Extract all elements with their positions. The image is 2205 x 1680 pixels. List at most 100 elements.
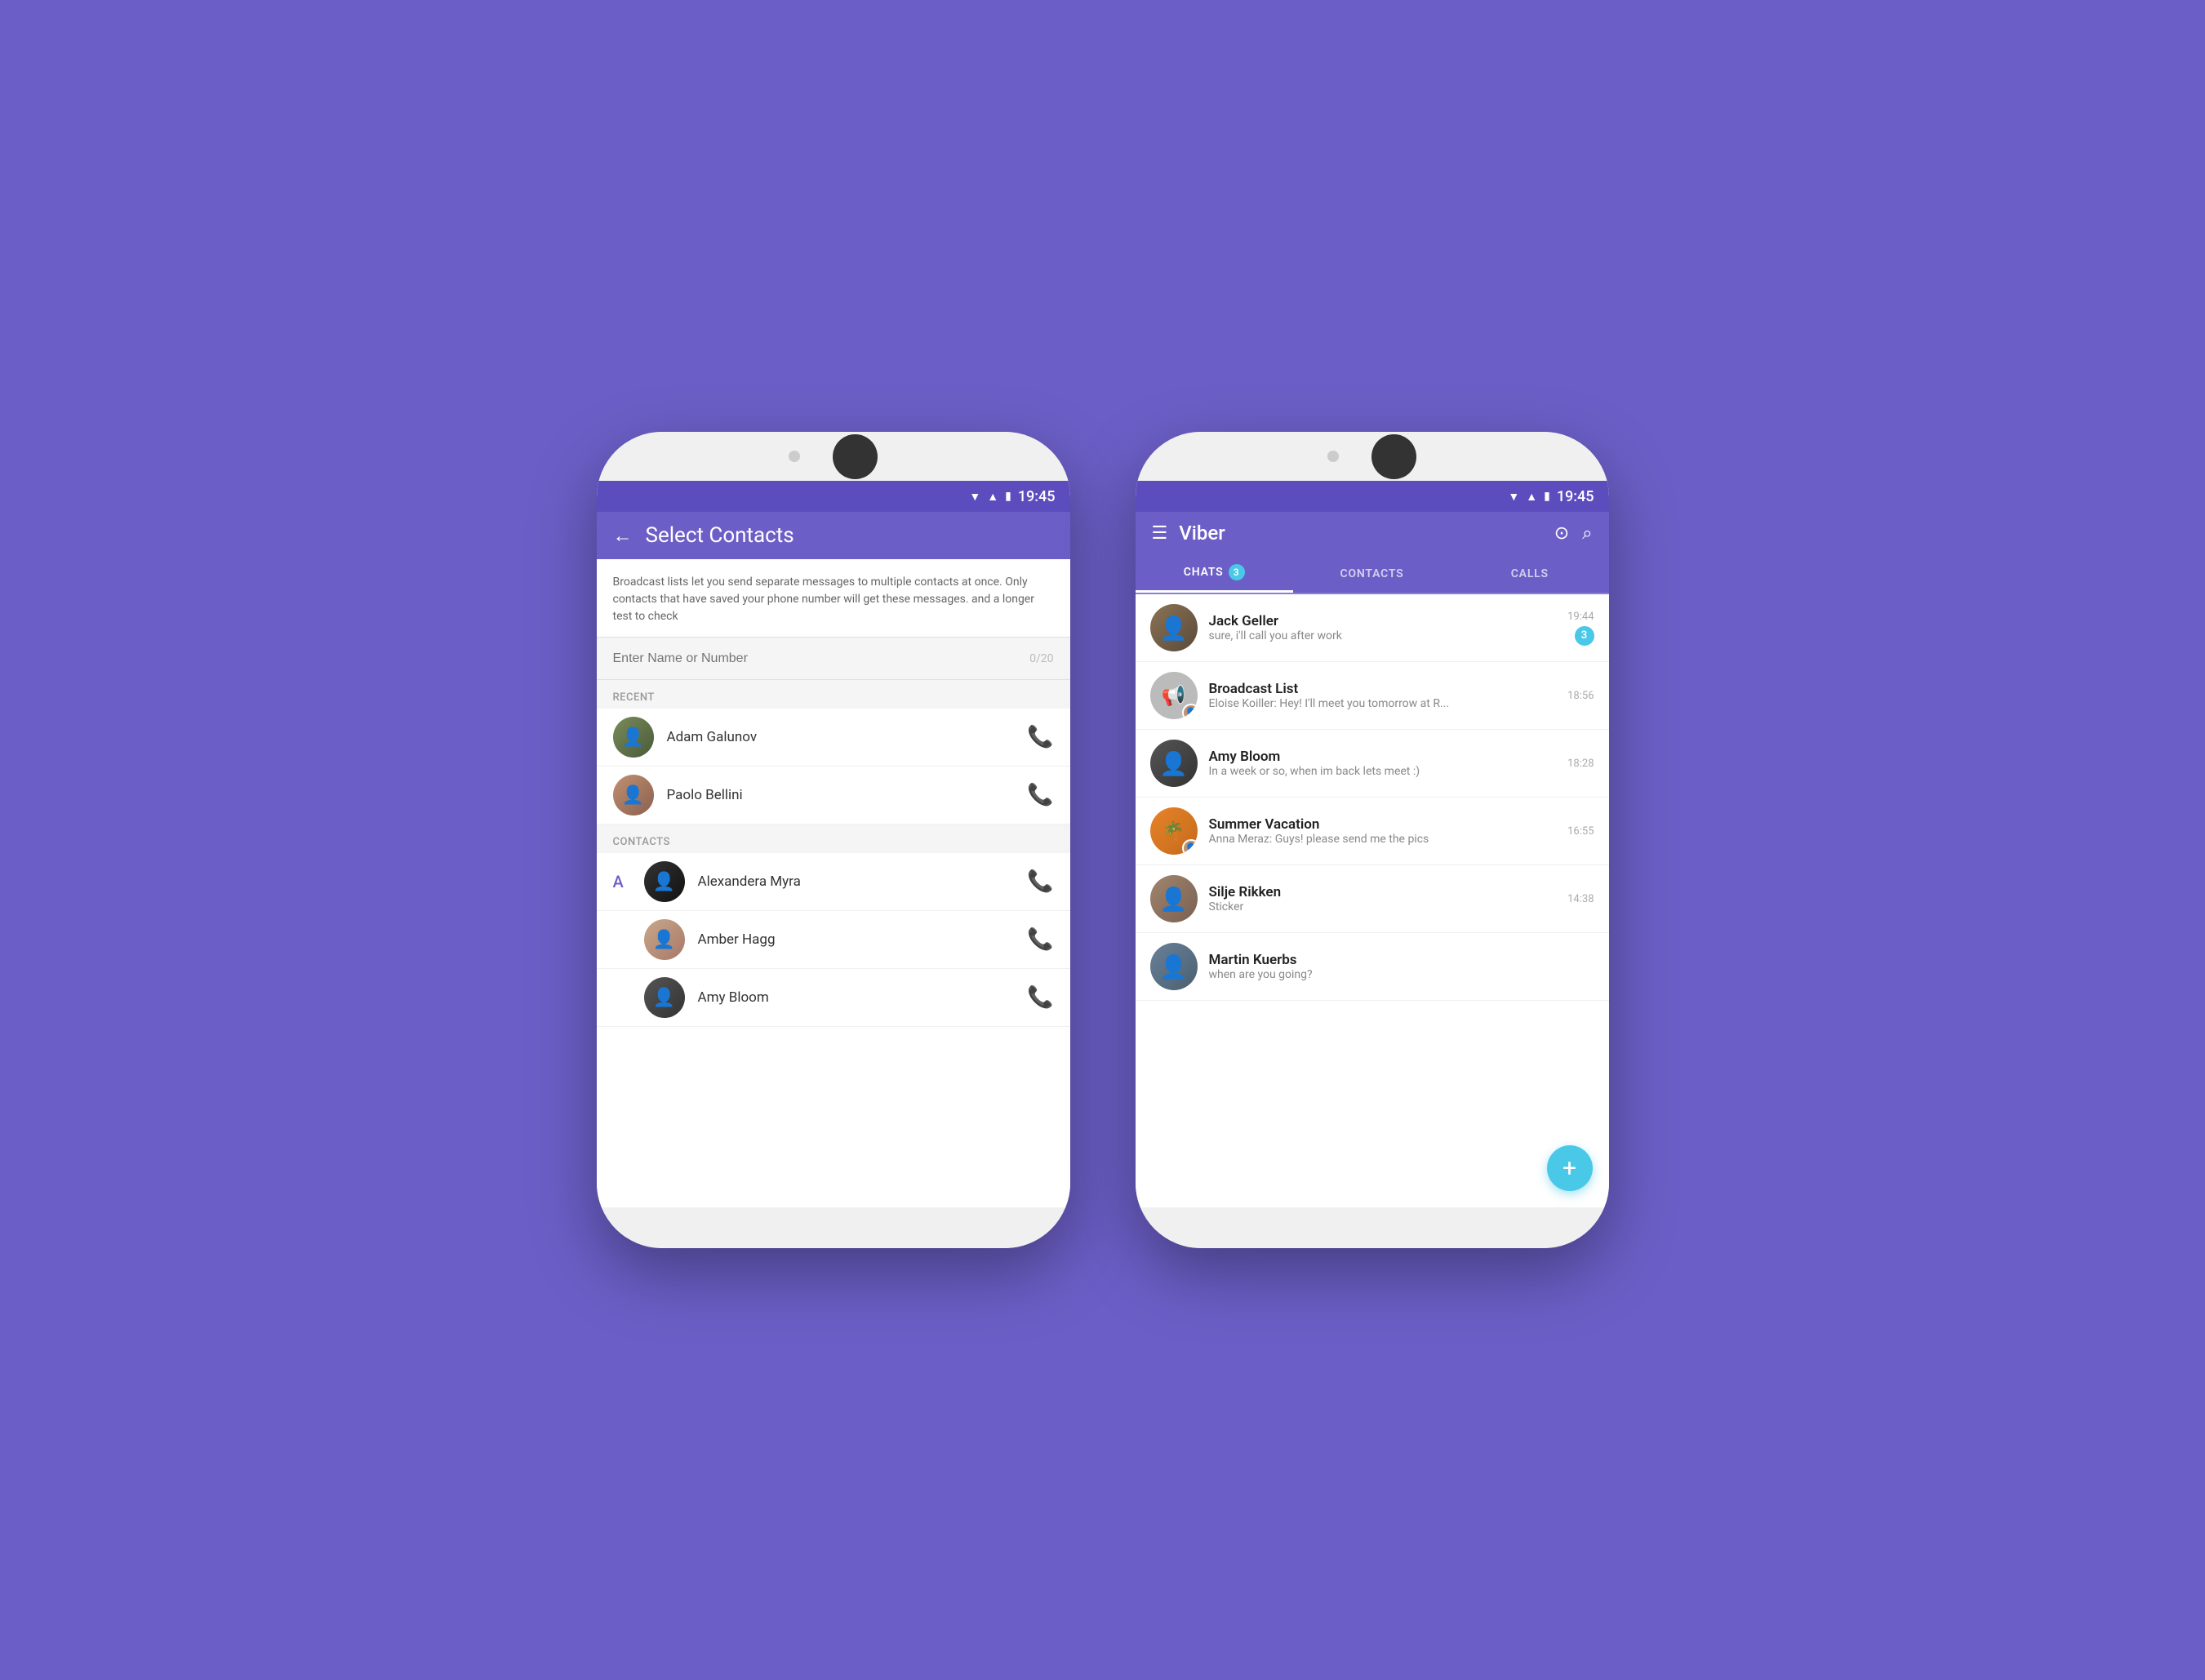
status-bar-1: ▼ ▲ ▮ 19:45	[597, 481, 1070, 512]
chat-broadcast-list[interactable]: 📢 👤 Broadcast List Eloise Koiller: Hey! …	[1136, 662, 1609, 730]
tab-chats-label: CHATS	[1184, 566, 1224, 579]
amy-meta: 18:28	[1567, 758, 1594, 770]
viber-icon-paolo: 📞	[1027, 783, 1053, 807]
chat-summer-vacation[interactable]: 🌴 👤 Summer Vacation Anna Meraz: Guys! pl…	[1136, 798, 1609, 865]
alexandera-avatar: 👤	[644, 861, 685, 902]
qr-icon[interactable]: ⊙	[1554, 523, 1569, 544]
chats-badge: 3	[1229, 564, 1245, 580]
broadcast-name: Broadcast List	[1209, 681, 1557, 697]
viber-title: Viber	[1179, 522, 1554, 544]
alexandera-name: Alexandera Myra	[698, 873, 1015, 890]
broadcast-time: 18:56	[1567, 690, 1594, 702]
recent-contact-paolo[interactable]: 👤 Paolo Bellini 📞	[597, 767, 1070, 824]
tabs: CHATS 3 CONTACTS CALLS	[1136, 554, 1609, 594]
viber-icon-amber: 📞	[1027, 927, 1053, 952]
contacts-section-header: CONTACTS	[597, 824, 1070, 853]
signal-icon: ▲	[987, 490, 998, 504]
compose-fab[interactable]: +	[1547, 1145, 1593, 1191]
viber-icon-alexandera: 📞	[1027, 869, 1053, 894]
tab-chats[interactable]: CHATS 3	[1136, 554, 1293, 593]
tab-contacts[interactable]: CONTACTS	[1293, 554, 1451, 593]
paolo-avatar: 👤	[613, 775, 654, 816]
broadcast-description: Broadcast lists let you send separate me…	[613, 574, 1054, 625]
broadcast-meta: 18:56	[1567, 690, 1594, 702]
amy-chat-name: Amy Bloom	[1209, 749, 1557, 765]
broadcast-info: Broadcast lists let you send separate me…	[597, 559, 1070, 638]
recent-contact-adam[interactable]: 👤 Adam Galunov 📞	[597, 709, 1070, 767]
silje-meta: 14:38	[1567, 893, 1594, 905]
jack-avatar: 👤	[1150, 604, 1198, 651]
amy-chat-avatar: 👤	[1150, 740, 1198, 787]
tab-calls-label: CALLS	[1511, 567, 1549, 580]
amy-name: Amy Bloom	[698, 989, 1015, 1006]
silje-name: Silje Rikken	[1209, 884, 1557, 900]
phone-2: ▼ ▲ ▮ 19:45 ☰ Viber ⊙ ⌕ CHATS 3 CONTACTS	[1136, 432, 1609, 1248]
select-contacts-content: Broadcast lists let you send separate me…	[597, 559, 1070, 1207]
menu-icon[interactable]: ☰	[1152, 523, 1168, 544]
recent-label: RECENT	[613, 691, 655, 704]
recent-section-header: RECENT	[597, 680, 1070, 709]
select-contacts-header: ← Select Contacts	[597, 512, 1070, 559]
silje-content: Silje Rikken Sticker	[1209, 884, 1557, 913]
martin-content: Martin Kuerbs when are you going?	[1209, 952, 1583, 981]
contacts-label: CONTACTS	[613, 836, 670, 848]
tab-calls[interactable]: CALLS	[1451, 554, 1608, 593]
summer-time: 16:55	[1567, 825, 1594, 838]
chat-amy-bloom[interactable]: 👤 Amy Bloom In a week or so, when im bac…	[1136, 730, 1609, 798]
adam-avatar: 👤	[613, 717, 654, 758]
paolo-name: Paolo Bellini	[667, 787, 1015, 803]
battery-icon-2: ▮	[1544, 490, 1550, 503]
jack-content: Jack Geller sure, i'll call you after wo…	[1209, 613, 1557, 642]
search-icon[interactable]: ⌕	[1582, 523, 1592, 544]
phone-2-screen: ▼ ▲ ▮ 19:45 ☰ Viber ⊙ ⌕ CHATS 3 CONTACTS	[1136, 481, 1609, 1207]
chat-jack-geller[interactable]: 👤 Jack Geller sure, i'll call you after …	[1136, 594, 1609, 662]
status-time-2: 19:45	[1557, 488, 1594, 505]
broadcast-message: Eloise Koiller: Hey! I'll meet you tomor…	[1209, 697, 1557, 710]
adam-name: Adam Galunov	[667, 729, 1015, 745]
viber-header: ☰ Viber ⊙ ⌕	[1136, 512, 1609, 554]
header-icons: ⊙ ⌕	[1554, 523, 1593, 544]
signal-icon-2: ▲	[1526, 490, 1537, 504]
status-bar-2: ▼ ▲ ▮ 19:45	[1136, 481, 1609, 512]
phone-1-top-bar	[597, 432, 1070, 481]
front-camera-2	[1327, 451, 1339, 462]
wifi-icon-2: ▼	[1508, 490, 1519, 504]
summer-content: Summer Vacation Anna Meraz: Guys! please…	[1209, 816, 1557, 846]
chat-martin-kuerbs[interactable]: 👤 Martin Kuerbs when are you going?	[1136, 933, 1609, 1001]
contact-alexandera[interactable]: A 👤 Alexandera Myra 📞	[597, 853, 1070, 911]
broadcast-avatar: 📢 👤	[1150, 672, 1198, 719]
amy-content: Amy Bloom In a week or so, when im back …	[1209, 749, 1557, 778]
amber-avatar: 👤	[644, 919, 685, 960]
phone-1-screen: ▼ ▲ ▮ 19:45 ← Select Contacts Broadcast …	[597, 481, 1070, 1207]
viber-icon-amy: 📞	[1027, 985, 1053, 1010]
summer-name: Summer Vacation	[1209, 816, 1557, 833]
search-input[interactable]	[613, 651, 1030, 666]
martin-avatar: 👤	[1150, 943, 1198, 990]
martin-name: Martin Kuerbs	[1209, 952, 1583, 968]
amy-time: 18:28	[1567, 758, 1594, 770]
back-button[interactable]: ←	[613, 524, 633, 548]
phone-1-bottom	[597, 1207, 1070, 1248]
jack-unread: 3	[1575, 626, 1594, 646]
tab-contacts-label: CONTACTS	[1340, 567, 1403, 580]
broadcast-content: Broadcast List Eloise Koiller: Hey! I'll…	[1209, 681, 1557, 710]
phone-1: ▼ ▲ ▮ 19:45 ← Select Contacts Broadcast …	[597, 432, 1070, 1248]
page-title: Select Contacts	[646, 523, 1054, 548]
amber-name: Amber Hagg	[698, 931, 1015, 948]
chat-list: 👤 Jack Geller sure, i'll call you after …	[1136, 594, 1609, 1207]
chat-silje-rikken[interactable]: 👤 Silje Rikken Sticker 14:38	[1136, 865, 1609, 933]
search-bar[interactable]: 0/20	[597, 638, 1070, 680]
battery-icon: ▮	[1005, 490, 1011, 503]
jack-meta: 19:44 3	[1567, 611, 1594, 646]
silje-message: Sticker	[1209, 900, 1557, 913]
phone-2-bottom	[1136, 1207, 1609, 1248]
front-camera	[789, 451, 800, 462]
silje-avatar: 👤	[1150, 875, 1198, 922]
chat-list-container: 👤 Jack Geller sure, i'll call you after …	[1136, 594, 1609, 1207]
speaker	[833, 434, 878, 479]
contact-amber[interactable]: 👤 Amber Hagg 📞	[597, 911, 1070, 969]
jack-time: 19:44	[1567, 611, 1594, 623]
jack-message: sure, i'll call you after work	[1209, 629, 1557, 642]
wifi-icon: ▼	[969, 490, 980, 504]
contact-amy[interactable]: 👤 Amy Bloom 📞	[597, 969, 1070, 1027]
